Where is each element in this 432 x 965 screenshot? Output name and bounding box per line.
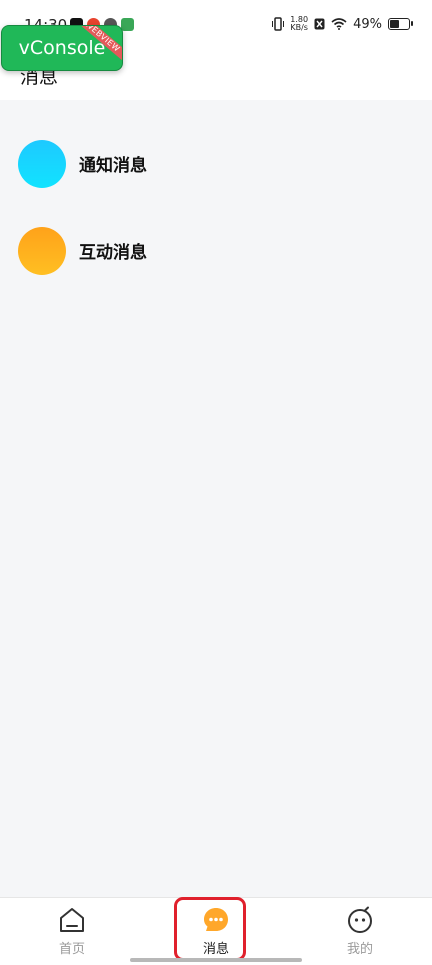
list-item-label: 互动消息	[79, 243, 147, 263]
home-icon	[58, 906, 86, 934]
network-speed-unit: KB/s	[290, 23, 308, 32]
tab-profile[interactable]: 我的	[320, 906, 400, 957]
vibrate-icon	[272, 17, 285, 31]
battery-icon	[388, 18, 413, 30]
message-category-list: 通知消息 互动消息	[0, 120, 432, 294]
active-tab-highlight	[174, 897, 246, 961]
vconsole-button[interactable]: vConsole WEBVIEW	[1, 25, 123, 71]
wifi-icon	[331, 18, 347, 30]
home-indicator[interactable]	[130, 958, 302, 962]
no-sim-icon	[314, 18, 325, 30]
app-notification-icon	[121, 18, 134, 31]
list-item-interaction-messages[interactable]: 互动消息	[0, 207, 432, 294]
network-speed: 1.80 KB/s	[290, 16, 308, 32]
tab-home[interactable]: 首页	[32, 906, 112, 957]
battery-percent: 49%	[353, 16, 382, 32]
interaction-avatar-icon	[18, 226, 66, 275]
smiley-face-icon	[346, 906, 374, 934]
tab-home-label: 首页	[58, 942, 85, 957]
tab-profile-label: 我的	[346, 942, 373, 957]
notification-avatar-icon	[18, 139, 66, 188]
list-item-notification-messages[interactable]: 通知消息	[0, 120, 432, 207]
status-right-icons: 1.80 KB/s 49%	[272, 16, 413, 32]
vconsole-label: vConsole	[18, 37, 106, 59]
list-item-label: 通知消息	[79, 156, 147, 176]
